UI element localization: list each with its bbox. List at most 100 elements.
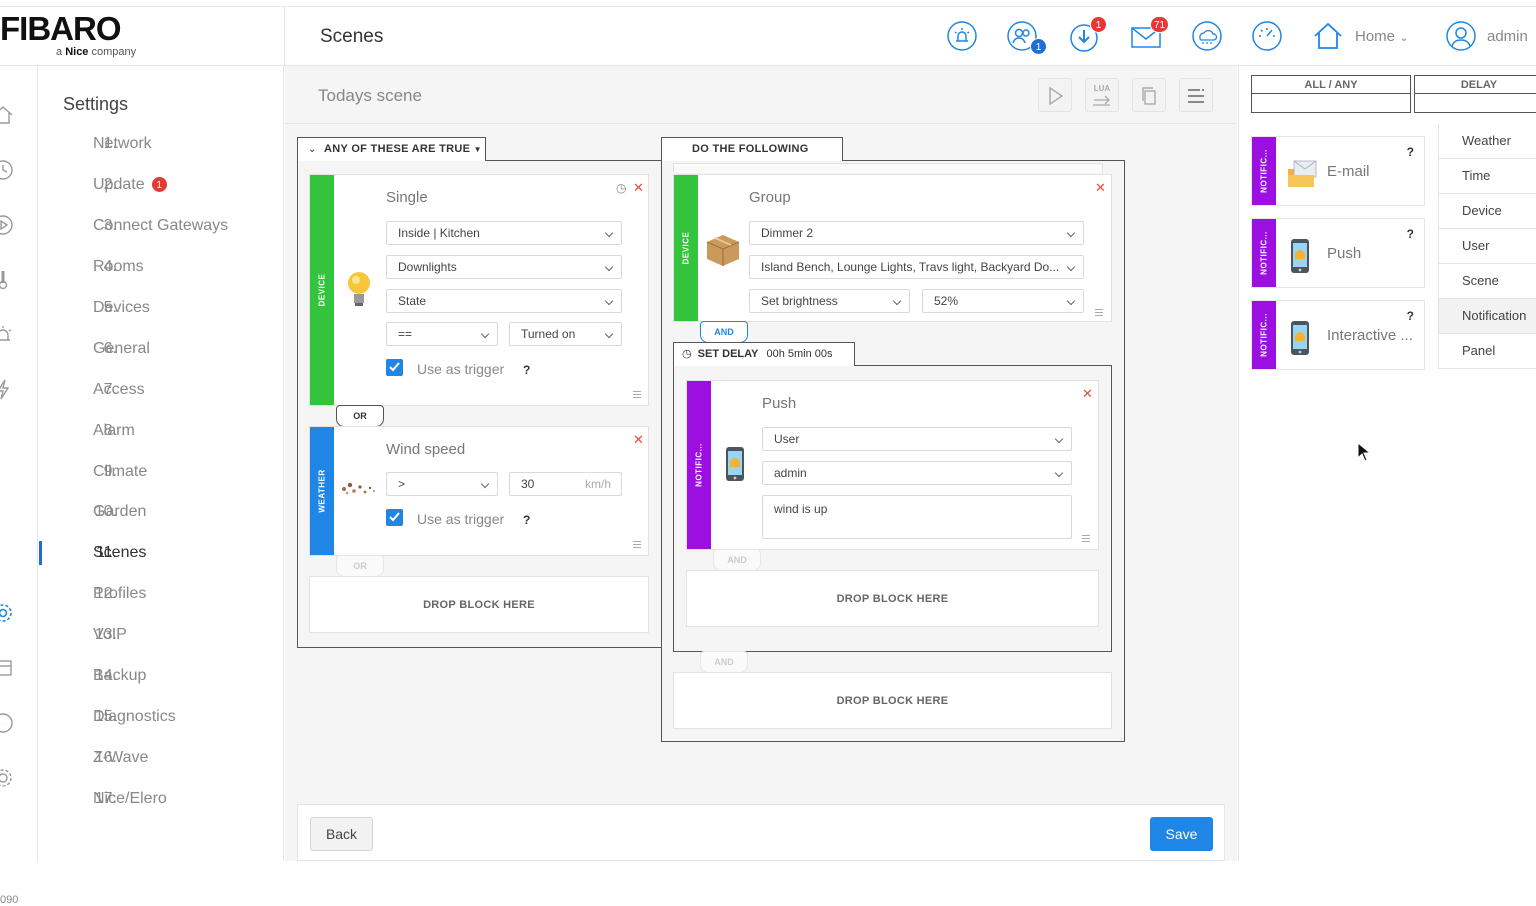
help-icon[interactable]: ? — [523, 363, 530, 377]
settings-item-z-wave[interactable]: 16. Z-Wave — [39, 743, 284, 773]
push-action-block[interactable]: NOTIFIC... Push ✕ User admin wind is up — [686, 380, 1099, 550]
close-icon[interactable]: ✕ — [633, 432, 644, 448]
scene-name[interactable]: Todays scene — [318, 86, 422, 106]
group-action-block[interactable]: DEVICE Group ✕ Dimmer 2 Island Bench, Lo… — [673, 174, 1112, 322]
any-all-toggle[interactable]: ⌄ ANY OF THESE ARE TRUE ▼ — [297, 137, 486, 161]
settings-item-general[interactable]: 6. General — [39, 334, 284, 364]
back-button[interactable]: Back — [310, 817, 373, 851]
value-select[interactable]: Turned on — [509, 322, 622, 346]
settings-item-garden[interactable]: 10. Garden — [39, 497, 284, 527]
settings-item-scenes[interactable]: 11. Scenes — [39, 538, 284, 568]
trigger-checkbox[interactable] — [386, 509, 403, 526]
help-icon[interactable]: ? — [1407, 309, 1414, 323]
wind-speed-input[interactable]: 30 km/h — [509, 472, 622, 496]
gauge-icon[interactable] — [1251, 20, 1283, 52]
chevron-down-icon: ⌄ — [308, 144, 317, 155]
brightness-select[interactable]: 52% — [922, 289, 1084, 313]
scene-icon[interactable] — [0, 214, 14, 236]
close-icon[interactable]: ✕ — [1082, 386, 1093, 402]
category-scene[interactable]: Scene — [1439, 264, 1536, 299]
duplicate-scene-button[interactable] — [1132, 78, 1166, 112]
copy-icon — [1142, 87, 1156, 105]
recipient-select[interactable]: admin — [762, 461, 1072, 485]
drag-handle-icon[interactable] — [1082, 535, 1090, 542]
help-icon[interactable]: ? — [1407, 145, 1414, 159]
home-selector[interactable]: Home ⌄ — [1355, 28, 1408, 45]
operator-select[interactable]: == — [386, 322, 498, 346]
close-icon[interactable]: ✕ — [633, 180, 644, 196]
users-icon[interactable]: 1 — [1006, 20, 1047, 55]
message-textarea[interactable]: wind is up — [762, 495, 1072, 539]
devices-select[interactable]: Island Bench, Lounge Lights, Travs light… — [749, 255, 1084, 279]
mail-icon[interactable]: 71 — [1130, 16, 1170, 52]
and-connector[interactable]: AND — [700, 321, 748, 343]
clock-icon[interactable] — [0, 159, 14, 181]
home-icon[interactable] — [1312, 20, 1344, 52]
settings-item-backup[interactable]: 14. Backup — [39, 661, 284, 691]
device-select[interactable]: Downlights — [386, 255, 622, 279]
help-icon[interactable]: ? — [1407, 227, 1414, 241]
trigger-checkbox[interactable] — [386, 359, 403, 376]
settings-item-nice-elero[interactable]: 17. Nice/Elero — [39, 784, 284, 814]
settings-item-network[interactable]: 1. Network — [39, 129, 284, 159]
palette-card-push[interactable]: NOTIFIC... Push ? — [1251, 218, 1425, 288]
recipient-type-select[interactable]: User — [762, 427, 1072, 451]
user-icon[interactable] — [1445, 20, 1477, 52]
room-select[interactable]: Inside | Kitchen — [386, 221, 622, 245]
property-select[interactable]: State — [386, 289, 622, 313]
help-icon[interactable]: ? — [523, 513, 530, 527]
scene-menu-button[interactable] — [1179, 78, 1213, 112]
alarm-icon[interactable] — [0, 323, 14, 345]
category-weather[interactable]: Weather — [1439, 124, 1536, 159]
drag-handle-icon[interactable] — [633, 541, 641, 548]
panel-icon[interactable] — [0, 657, 14, 679]
convert-to-lua-button[interactable]: LUA — [1085, 78, 1119, 112]
settings-item-diagnostics[interactable]: 15. Diagnostics — [39, 702, 284, 732]
settings-item-rooms[interactable]: 4. Rooms — [39, 252, 284, 282]
category-notification[interactable]: Notification — [1439, 299, 1536, 334]
action-drop-zone[interactable]: DROP BLOCK HERE — [673, 672, 1112, 729]
category-panel[interactable]: Panel — [1439, 334, 1536, 369]
run-scene-button[interactable] — [1038, 78, 1072, 112]
settings-icon[interactable] — [0, 602, 14, 624]
set-delay-tab[interactable]: ◷ SET DELAY 00h 5min 00s — [673, 342, 855, 366]
all-any-palette-tab[interactable]: ALL / ANY — [1251, 75, 1411, 113]
category-device[interactable]: Device — [1439, 194, 1536, 229]
device-condition-block[interactable]: DEVICE Single ◷ ✕ Inside | Kitchen Downl… — [309, 174, 649, 406]
palette-card-email[interactable]: NOTIFIC... E-mail ? — [1251, 136, 1425, 206]
delay-palette-tab[interactable]: DELAY — [1414, 75, 1536, 113]
category-time[interactable]: Time — [1439, 159, 1536, 194]
gear-icon[interactable] — [0, 767, 14, 789]
condition-drop-zone[interactable]: DROP BLOCK HERE — [309, 576, 649, 633]
delay-drop-zone[interactable]: DROP BLOCK HERE — [686, 570, 1099, 627]
chat-icon[interactable] — [0, 712, 14, 734]
settings-item-access[interactable]: 7. Access — [39, 375, 284, 405]
user-label[interactable]: admin — [1487, 28, 1528, 45]
settings-item-voip[interactable]: 13. VoIP — [39, 620, 284, 650]
download-icon[interactable]: 1 — [1068, 16, 1107, 52]
settings-item-connect-gateways[interactable]: 3. Connect Gateways — [39, 211, 284, 241]
palette-card-interactive[interactable]: NOTIFIC... Interactive ... ? — [1251, 300, 1425, 370]
alarm-icon[interactable] — [946, 20, 978, 52]
clock-icon[interactable]: ◷ — [616, 181, 626, 195]
home-icon[interactable] — [0, 104, 14, 126]
category-user[interactable]: User — [1439, 229, 1536, 264]
settings-item-climate[interactable]: 9. Climate — [39, 457, 284, 487]
fibaro-logo[interactable]: FIBARO a Nice company — [0, 12, 145, 60]
drag-handle-icon[interactable] — [1095, 309, 1103, 316]
operator-select[interactable]: > — [386, 472, 498, 496]
save-button[interactable]: Save — [1150, 817, 1213, 851]
settings-item-devices[interactable]: 5. Devices — [39, 293, 284, 323]
thermometer-icon[interactable] — [0, 268, 14, 290]
settings-item-alarm[interactable]: 8. Alarm — [39, 416, 284, 446]
settings-item-profiles[interactable]: 12. Profiles — [39, 579, 284, 609]
action-select[interactable]: Set brightness — [749, 289, 910, 313]
or-connector[interactable]: OR — [336, 405, 384, 427]
energy-icon[interactable] — [0, 378, 14, 400]
settings-item-update[interactable]: 2. Update 1 — [39, 170, 284, 200]
close-icon[interactable]: ✕ — [1095, 180, 1106, 196]
device-type-select[interactable]: Dimmer 2 — [749, 221, 1084, 245]
drag-handle-icon[interactable] — [633, 391, 641, 398]
weather-condition-block[interactable]: WEATHER Wind speed ✕ > 30 km/h Use as tri… — [309, 426, 649, 556]
weather-icon[interactable] — [1191, 20, 1223, 52]
